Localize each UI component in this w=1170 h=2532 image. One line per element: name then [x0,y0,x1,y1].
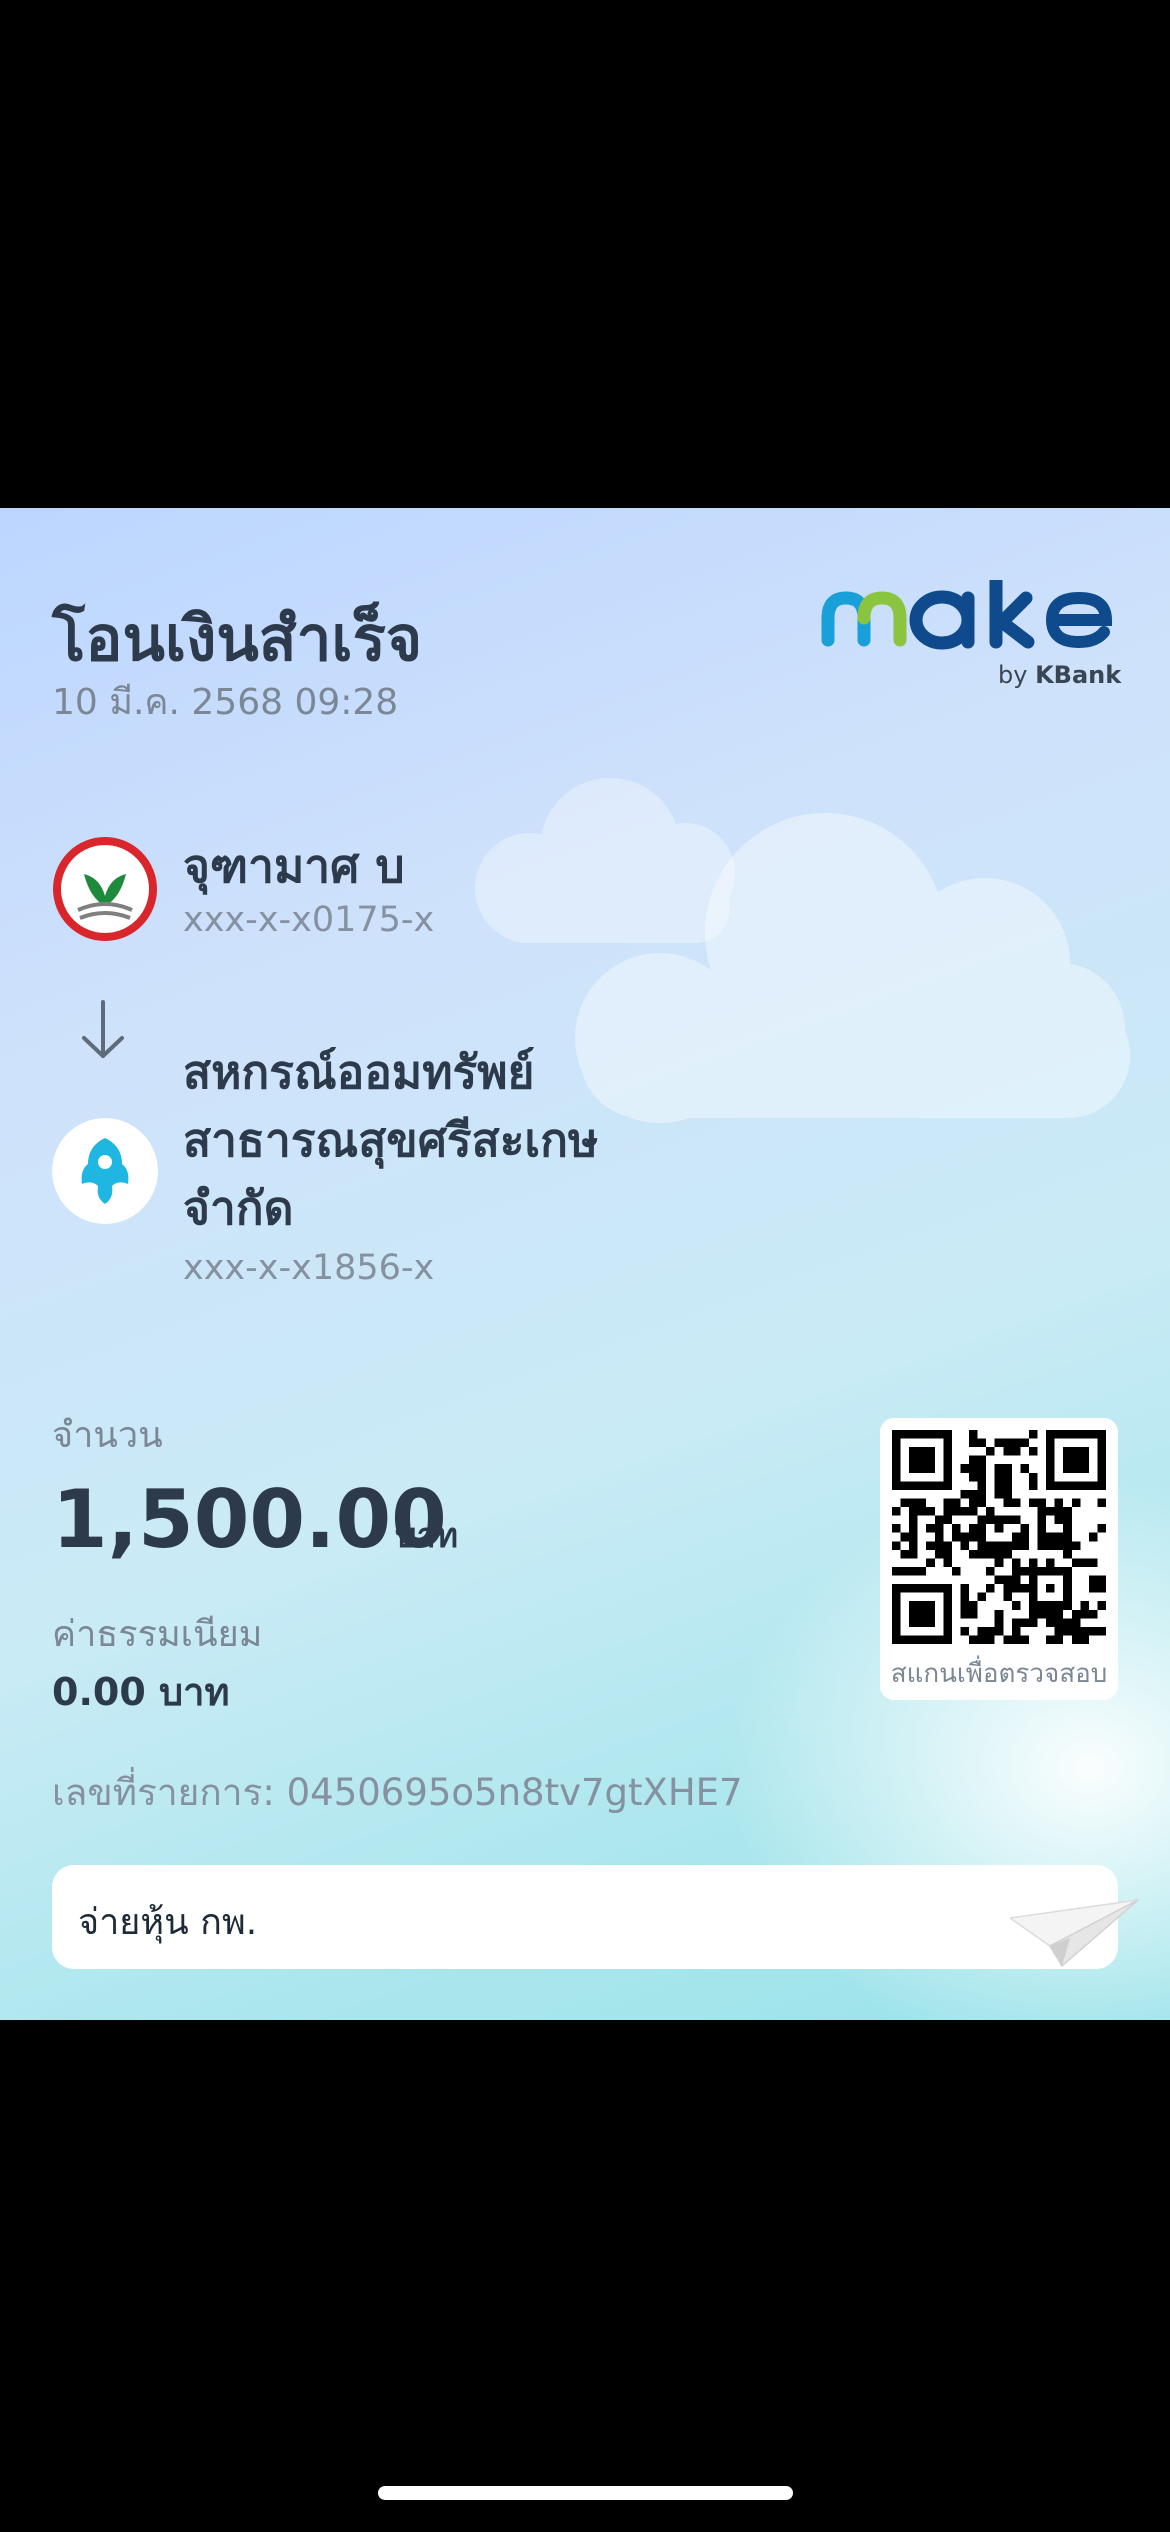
memo-box: จ่ายหุ้น กพ. [52,1865,1118,1969]
amount-unit: บาท [395,1516,459,1556]
amount-value: 1,500.00 [52,1473,447,1566]
receiver-account-number: xxx-x-x1856-x [183,1248,435,1288]
logo-by-kbank: by KBank [998,661,1122,689]
receiver-name-line2: สาธารณสุขศรีสะเกษ [183,1113,599,1167]
ktb-logo-icon [52,1118,158,1224]
sender-name: จุฑามาศ บ [183,839,405,893]
transaction-id: เลขที่รายการ: 0450695o5n8tv7gtXHE7 [52,1771,743,1814]
amount-label: จำนวน [52,1415,163,1456]
qr-code[interactable] [892,1430,1106,1644]
transfer-slip: โอนเงินสำเร็จ 10 มี.ค. 2568 09:28 by KBa… [0,508,1170,2020]
receiver-name-line3: จำกัด [183,1181,294,1235]
kbank-logo-icon [53,837,157,941]
arrow-down-icon [82,1000,124,1058]
qr-caption: สแกนเพื่อตรวจสอบ [890,1659,1108,1689]
receiver-name: สหกรณ์ออมทรัพย์ สาธารณสุขศรีสะเกษ จำกัด [183,1038,598,1242]
sender-account-number: xxx-x-x0175-x [183,900,435,940]
home-indicator[interactable] [378,2486,793,2500]
qr-verification-card[interactable]: สแกนเพื่อตรวจสอบ [880,1418,1118,1700]
paper-plane-icon [1010,1899,1139,1968]
transaction-datetime: 10 มี.ค. 2568 09:28 [52,682,399,723]
memo-text: จ่ายหุ้น กพ. [78,1902,258,1943]
fee-label: ค่าธรรมเนียม [52,1614,263,1655]
fee-value: 0.00 บาท [52,1670,230,1714]
receiver-name-line1: สหกรณ์ออมทรัพย์ [183,1045,535,1099]
